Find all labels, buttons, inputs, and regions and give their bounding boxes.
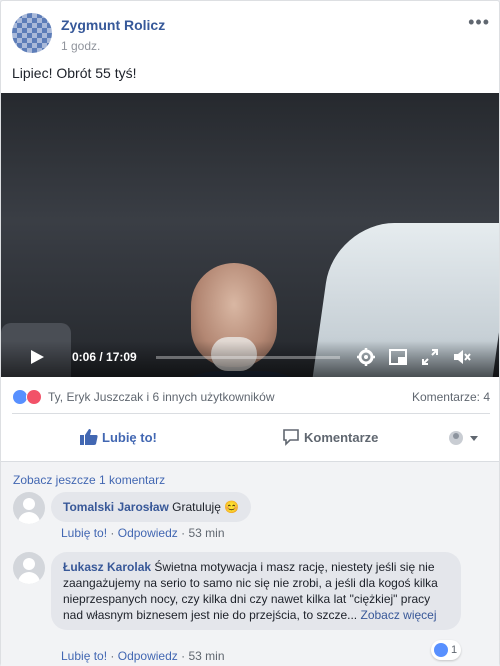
thumbs-up-icon [80,429,98,445]
more-options-button[interactable]: ••• [468,13,490,31]
comment-bubble: Tomalski Jarosław Gratuluję 😊 [51,492,252,522]
commenter-avatar[interactable] [13,492,45,524]
comment-bubble: Łukasz Karolak Świetna motywacja i masz … [51,552,461,630]
comment-text: Gratuluję 😊 [172,500,240,514]
video-timecode: 0:06 / 17:09 [72,350,137,364]
divider [12,413,490,414]
avatar-silhouette-body [18,512,40,524]
love-reaction-icon[interactable] [26,389,42,405]
fullscreen-icon[interactable] [421,348,439,366]
comment-meta: Lubię to! · Odpowiedz · 53 min [61,649,225,663]
see-more-comments-link[interactable]: Zobacz jeszcze 1 komentarz [13,473,165,487]
author-name[interactable]: Zygmunt Rolicz [61,17,165,33]
post-header: Zygmunt Rolicz 1 godz. ••• [12,13,490,57]
avatar-silhouette-head [23,498,35,510]
comment-like-link[interactable]: Lubię to! [61,649,107,663]
commenter-avatar[interactable] [13,552,45,584]
post-text: Lipiec! Obrót 55 tyś! [12,65,137,81]
avatar-silhouette-body [18,572,40,584]
like-reaction-icon [434,643,448,657]
comment-meta: Lubię to! · Odpowiedz · 53 min [61,526,225,540]
comment-author[interactable]: Tomalski Jarosław [63,500,169,514]
reaction-names[interactable]: Ty, Eryk Juszczak i 6 innych użytkownikó… [48,390,275,404]
post-card: Zygmunt Rolicz 1 godz. ••• Lipiec! Obrót… [0,0,500,666]
video-progress-bar[interactable] [156,356,340,359]
author-avatar[interactable] [12,13,52,53]
comment-time[interactable]: 53 min [188,649,224,663]
comment-button-label: Komentarze [304,430,379,445]
play-icon[interactable] [30,350,44,364]
comment-author[interactable]: Łukasz Karolak [63,560,151,574]
like-button-label: Lubię to! [102,430,157,445]
comment-time[interactable]: 53 min [188,526,224,540]
miniplayer-icon[interactable] [389,348,407,366]
comments-count[interactable]: Komentarze: 4 [412,390,490,404]
audience-selector[interactable] [448,429,478,447]
comment-see-more-link[interactable]: Zobacz więcej [360,608,436,622]
comments-section: Zobacz jeszcze 1 komentarz Tomalski Jaro… [1,461,499,666]
post-actions: Lubię to! Komentarze [12,419,490,455]
comment-reply-link[interactable]: Odpowiedz [118,649,178,663]
mute-icon[interactable] [453,348,471,366]
post-time[interactable]: 1 godz. [61,39,100,53]
video-player[interactable] [1,93,499,377]
comment-icon [283,429,299,446]
comment-reply-link[interactable]: Odpowiedz [118,526,178,540]
avatar-silhouette-head [23,558,35,570]
comment-reaction-count: 1 [451,644,458,656]
comment-reactions[interactable]: 1 [431,640,461,660]
comment-like-link[interactable]: Lubię to! [61,526,107,540]
gear-icon[interactable] [357,348,375,366]
reactions-summary: Ty, Eryk Juszczak i 6 innych użytkownikó… [12,387,490,407]
